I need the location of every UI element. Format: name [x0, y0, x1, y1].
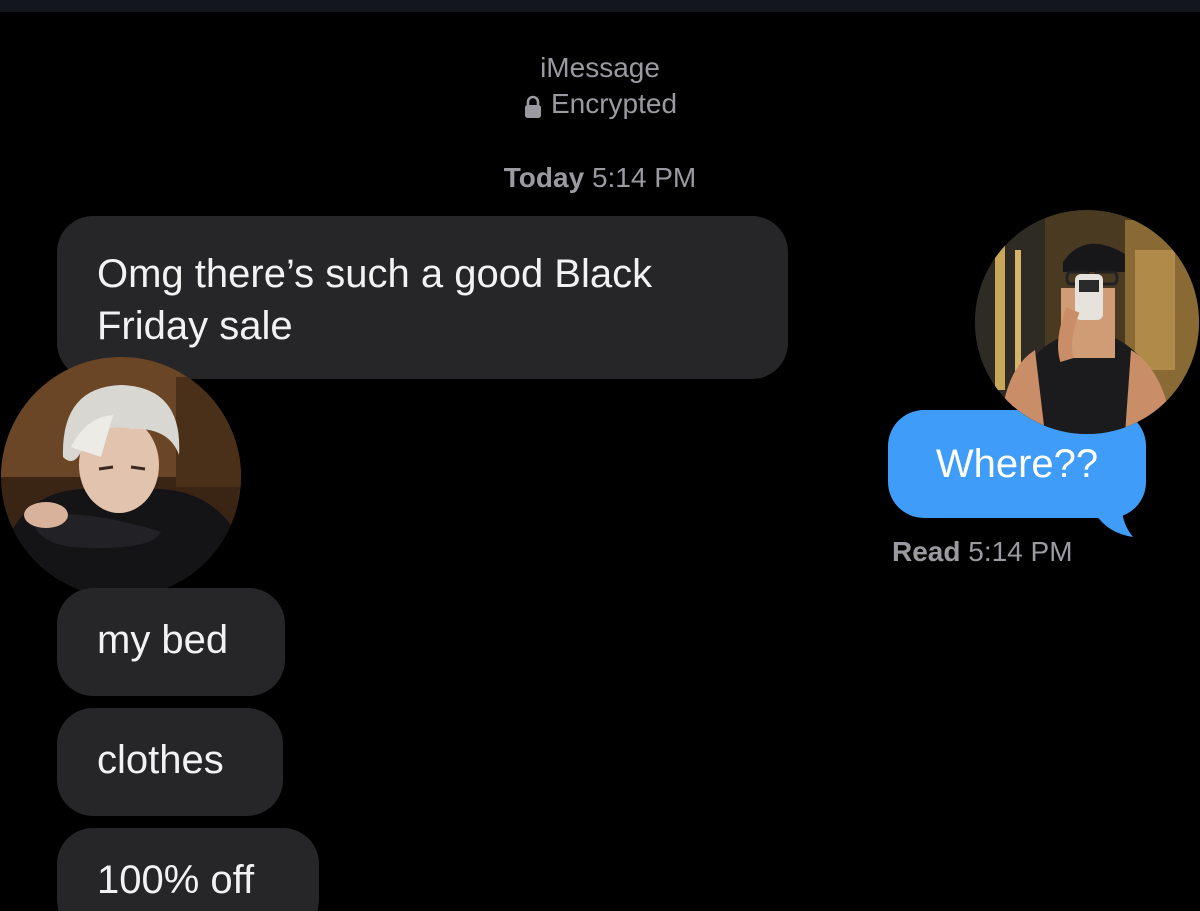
received-message-bubble[interactable]: my bed	[57, 588, 285, 696]
received-message-bubble[interactable]: clothes	[57, 708, 283, 816]
service-label: iMessage	[540, 52, 660, 83]
timestamp-day: Today	[503, 162, 585, 193]
read-receipt: Read 5:14 PM	[892, 535, 1073, 569]
contact-avatar[interactable]	[1, 357, 241, 597]
conversation-header: iMessage Encrypted	[0, 50, 1200, 128]
received-message-bubble[interactable]: 100% off	[57, 828, 319, 911]
user-avatar[interactable]	[975, 210, 1199, 434]
timestamp-time: 5:14 PM	[591, 162, 697, 193]
message-thread-screen: iMessage Encrypted Today 5:14 PM Omg the…	[0, 0, 1200, 911]
encryption-status: Encrypted	[523, 86, 677, 122]
read-time: 5:14 PM	[968, 536, 1073, 567]
lock-icon	[523, 92, 543, 118]
status-bar-strip	[0, 0, 1200, 12]
thread-timestamp: Today 5:14 PM	[0, 162, 1200, 194]
encryption-label: Encrypted	[550, 88, 678, 119]
received-message-bubble[interactable]: Omg there’s such a good Black Friday sal…	[57, 216, 788, 379]
read-label: Read	[892, 536, 961, 567]
